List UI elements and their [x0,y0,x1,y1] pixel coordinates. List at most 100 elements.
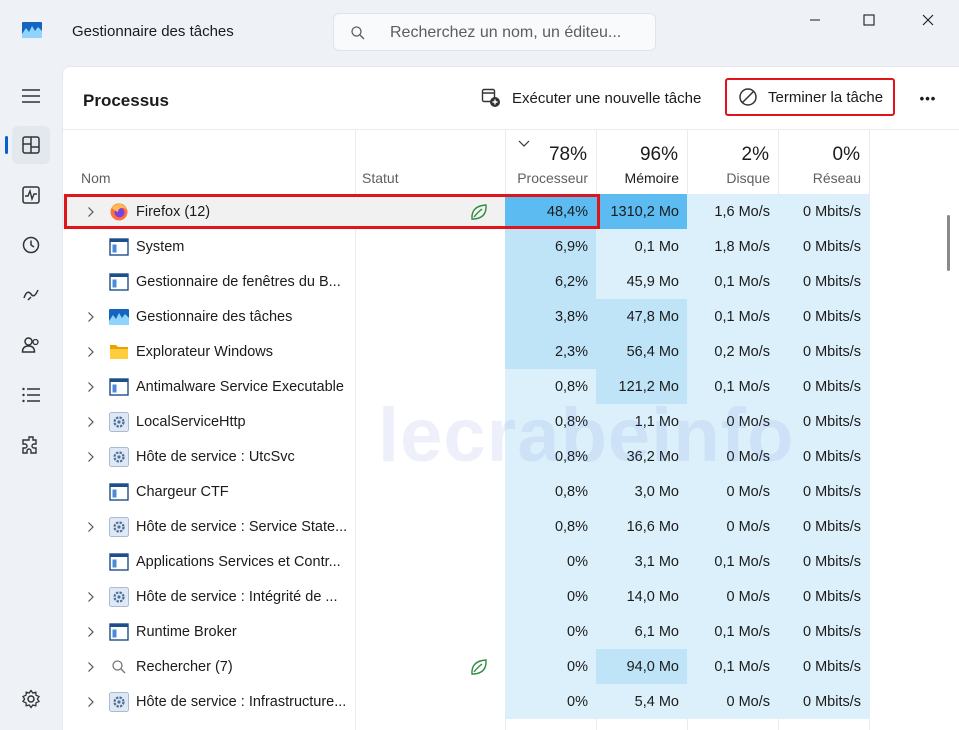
expand-chevron-icon[interactable] [85,661,97,673]
sidebar-item-app-history[interactable] [12,226,50,264]
network-cell: 0 Mbits/s [778,264,869,299]
service-gear-icon [109,411,129,432]
expand-chevron-icon[interactable] [85,451,97,463]
process-row[interactable]: Hôte de service : Service State... 0,8% 16… [63,509,959,544]
users-icon [21,337,39,353]
process-name-cell: System [63,229,355,264]
process-name-cell: LocalServiceHttp [63,404,355,439]
disk-cell: 0,1 Mo/s [687,649,778,684]
column-header-memory[interactable]: 96% Mémoire [596,130,687,194]
folder-icon [109,342,129,362]
sidebar-item-processes[interactable] [12,126,50,164]
process-row[interactable]: Hôte de service : Intégrité de ... 0% 14,0… [63,579,959,614]
process-name-cell: Gestionnaire de fenêtres du B... [63,264,355,299]
expand-chevron-icon[interactable] [85,696,97,708]
window-app-icon [109,272,129,292]
window-title: Gestionnaire des tâches [72,23,234,40]
column-header-disk[interactable]: 2% Disque [687,130,778,194]
column-cpu-label: Processeur [517,170,588,186]
process-row[interactable]: Gestionnaire des tâches 3,8% 47,8 Mo 0,1 Mo… [63,299,959,334]
minimize-button[interactable] [787,0,843,40]
process-row[interactable]: Hôte de service : Infrastructure... 0% 5,4… [63,684,959,719]
process-name: LocalServiceHttp [136,413,246,430]
hamburger-menu-button[interactable] [12,77,50,115]
disk-cell: 0 Mo/s [687,684,778,719]
cpu-cell: 0% [505,649,596,684]
cpu-cell: 0% [505,544,596,579]
column-header-status[interactable]: Statut [355,130,505,194]
expand-chevron-icon[interactable] [85,381,97,393]
network-cell: 0 Mbits/s [778,509,869,544]
column-status-label: Statut [362,170,399,186]
window-app-icon [109,622,129,642]
memory-cell: 6,1 Mo [596,614,687,649]
disk-cell: 0,1 Mo/s [687,614,778,649]
expand-chevron-icon[interactable] [85,521,97,533]
expand-chevron-icon[interactable] [85,416,97,428]
search-input[interactable] [390,23,645,43]
disk-cell: 0,1 Mo/s [687,544,778,579]
memory-cell: 45,9 Mo [596,264,687,299]
column-header-cpu[interactable]: 78% Processeur [505,130,596,194]
expand-chevron-icon[interactable] [85,311,97,323]
search-box[interactable] [333,13,656,51]
column-header-name[interactable]: Nom [63,130,355,194]
expand-chevron-icon[interactable] [85,591,97,603]
sidebar-item-details[interactable] [12,376,50,414]
process-name-cell: Gestionnaire des tâches [63,299,355,334]
cpu-cell: 2,3% [505,334,596,369]
service-gear-icon [109,691,129,712]
expand-chevron-icon[interactable] [85,346,97,358]
memory-cell: 16,6 Mo [596,509,687,544]
column-disk-label: Disque [726,170,770,186]
end-task-icon [739,88,757,106]
services-icon [22,436,37,454]
process-name-cell: Hôte de service : Service State... [63,509,355,544]
sidebar-item-services[interactable] [12,426,50,464]
network-cell: 0 Mbits/s [778,299,869,334]
run-new-task-button[interactable]: Exécuter une nouvelle tâche [481,79,701,117]
process-name: Antimalware Service Executable [136,378,344,395]
disk-cell: 0 Mo/s [687,579,778,614]
settings-button[interactable] [12,680,50,718]
service-gear-icon [109,516,129,537]
sidebar-item-users[interactable] [12,326,50,364]
window-app-icon [109,377,129,397]
details-icon [22,387,40,403]
cpu-cell: 0% [505,579,596,614]
more-options-button[interactable]: ••• [913,79,943,117]
process-row[interactable]: Runtime Broker 0% 6,1 Mo 0,1 Mo/s 0 Mbits/s [63,614,959,649]
process-row[interactable]: Chargeur CTF 0,8% 3,0 Mo 0 Mo/s 0 Mbits/s [63,474,959,509]
close-button[interactable] [900,0,956,40]
process-row[interactable]: Rechercher (7) 0% 94,0 Mo 0,1 Mo/s 0 Mbits/s [63,649,959,684]
active-indicator [5,136,8,154]
process-name-cell: Hôte de service : Intégrité de ... [63,579,355,614]
run-new-task-label: Exécuter une nouvelle tâche [512,89,702,107]
memory-cell: 14,0 Mo [596,579,687,614]
process-name: Hôte de service : Service State... [136,518,348,535]
processes-panel: Processus Exécuter une nouvelle tâche Te… [62,66,959,730]
window-app-icon [109,482,129,502]
firefox-row-highlight [64,194,600,229]
process-row[interactable]: Applications Services et Contr... 0% 3,1 M… [63,544,959,579]
process-name-cell: Runtime Broker [63,614,355,649]
disk-cell: 0,2 Mo/s [687,334,778,369]
sidebar-item-startup-apps[interactable] [12,276,50,314]
sidebar-item-performance[interactable] [12,176,50,214]
vertical-scrollbar[interactable] [947,215,950,271]
end-task-label: Terminer la tâche [768,88,884,106]
search-app-icon [109,657,129,677]
window-app-icon [109,237,129,257]
maximize-button[interactable] [841,0,897,40]
process-row[interactable]: Gestionnaire de fenêtres du B... 6,2% 45,9… [63,264,959,299]
process-row[interactable]: System 6,9% 0,1 Mo 1,8 Mo/s 0 Mbits/s [63,229,959,264]
expand-chevron-icon[interactable] [85,626,97,638]
process-name-cell: Hôte de service : UtcSvc [63,439,355,474]
cpu-cell: 6,9% [505,229,596,264]
process-row[interactable]: Explorateur Windows 2,3% 56,4 Mo 0,2 Mo/s 0 … [63,334,959,369]
memory-cell: 94,0 Mo [596,649,687,684]
column-header-network[interactable]: 0% Réseau [778,130,869,194]
memory-total: 96% [639,144,678,165]
cpu-total: 78% [548,144,587,165]
end-task-button[interactable]: Terminer la tâche [725,78,896,116]
